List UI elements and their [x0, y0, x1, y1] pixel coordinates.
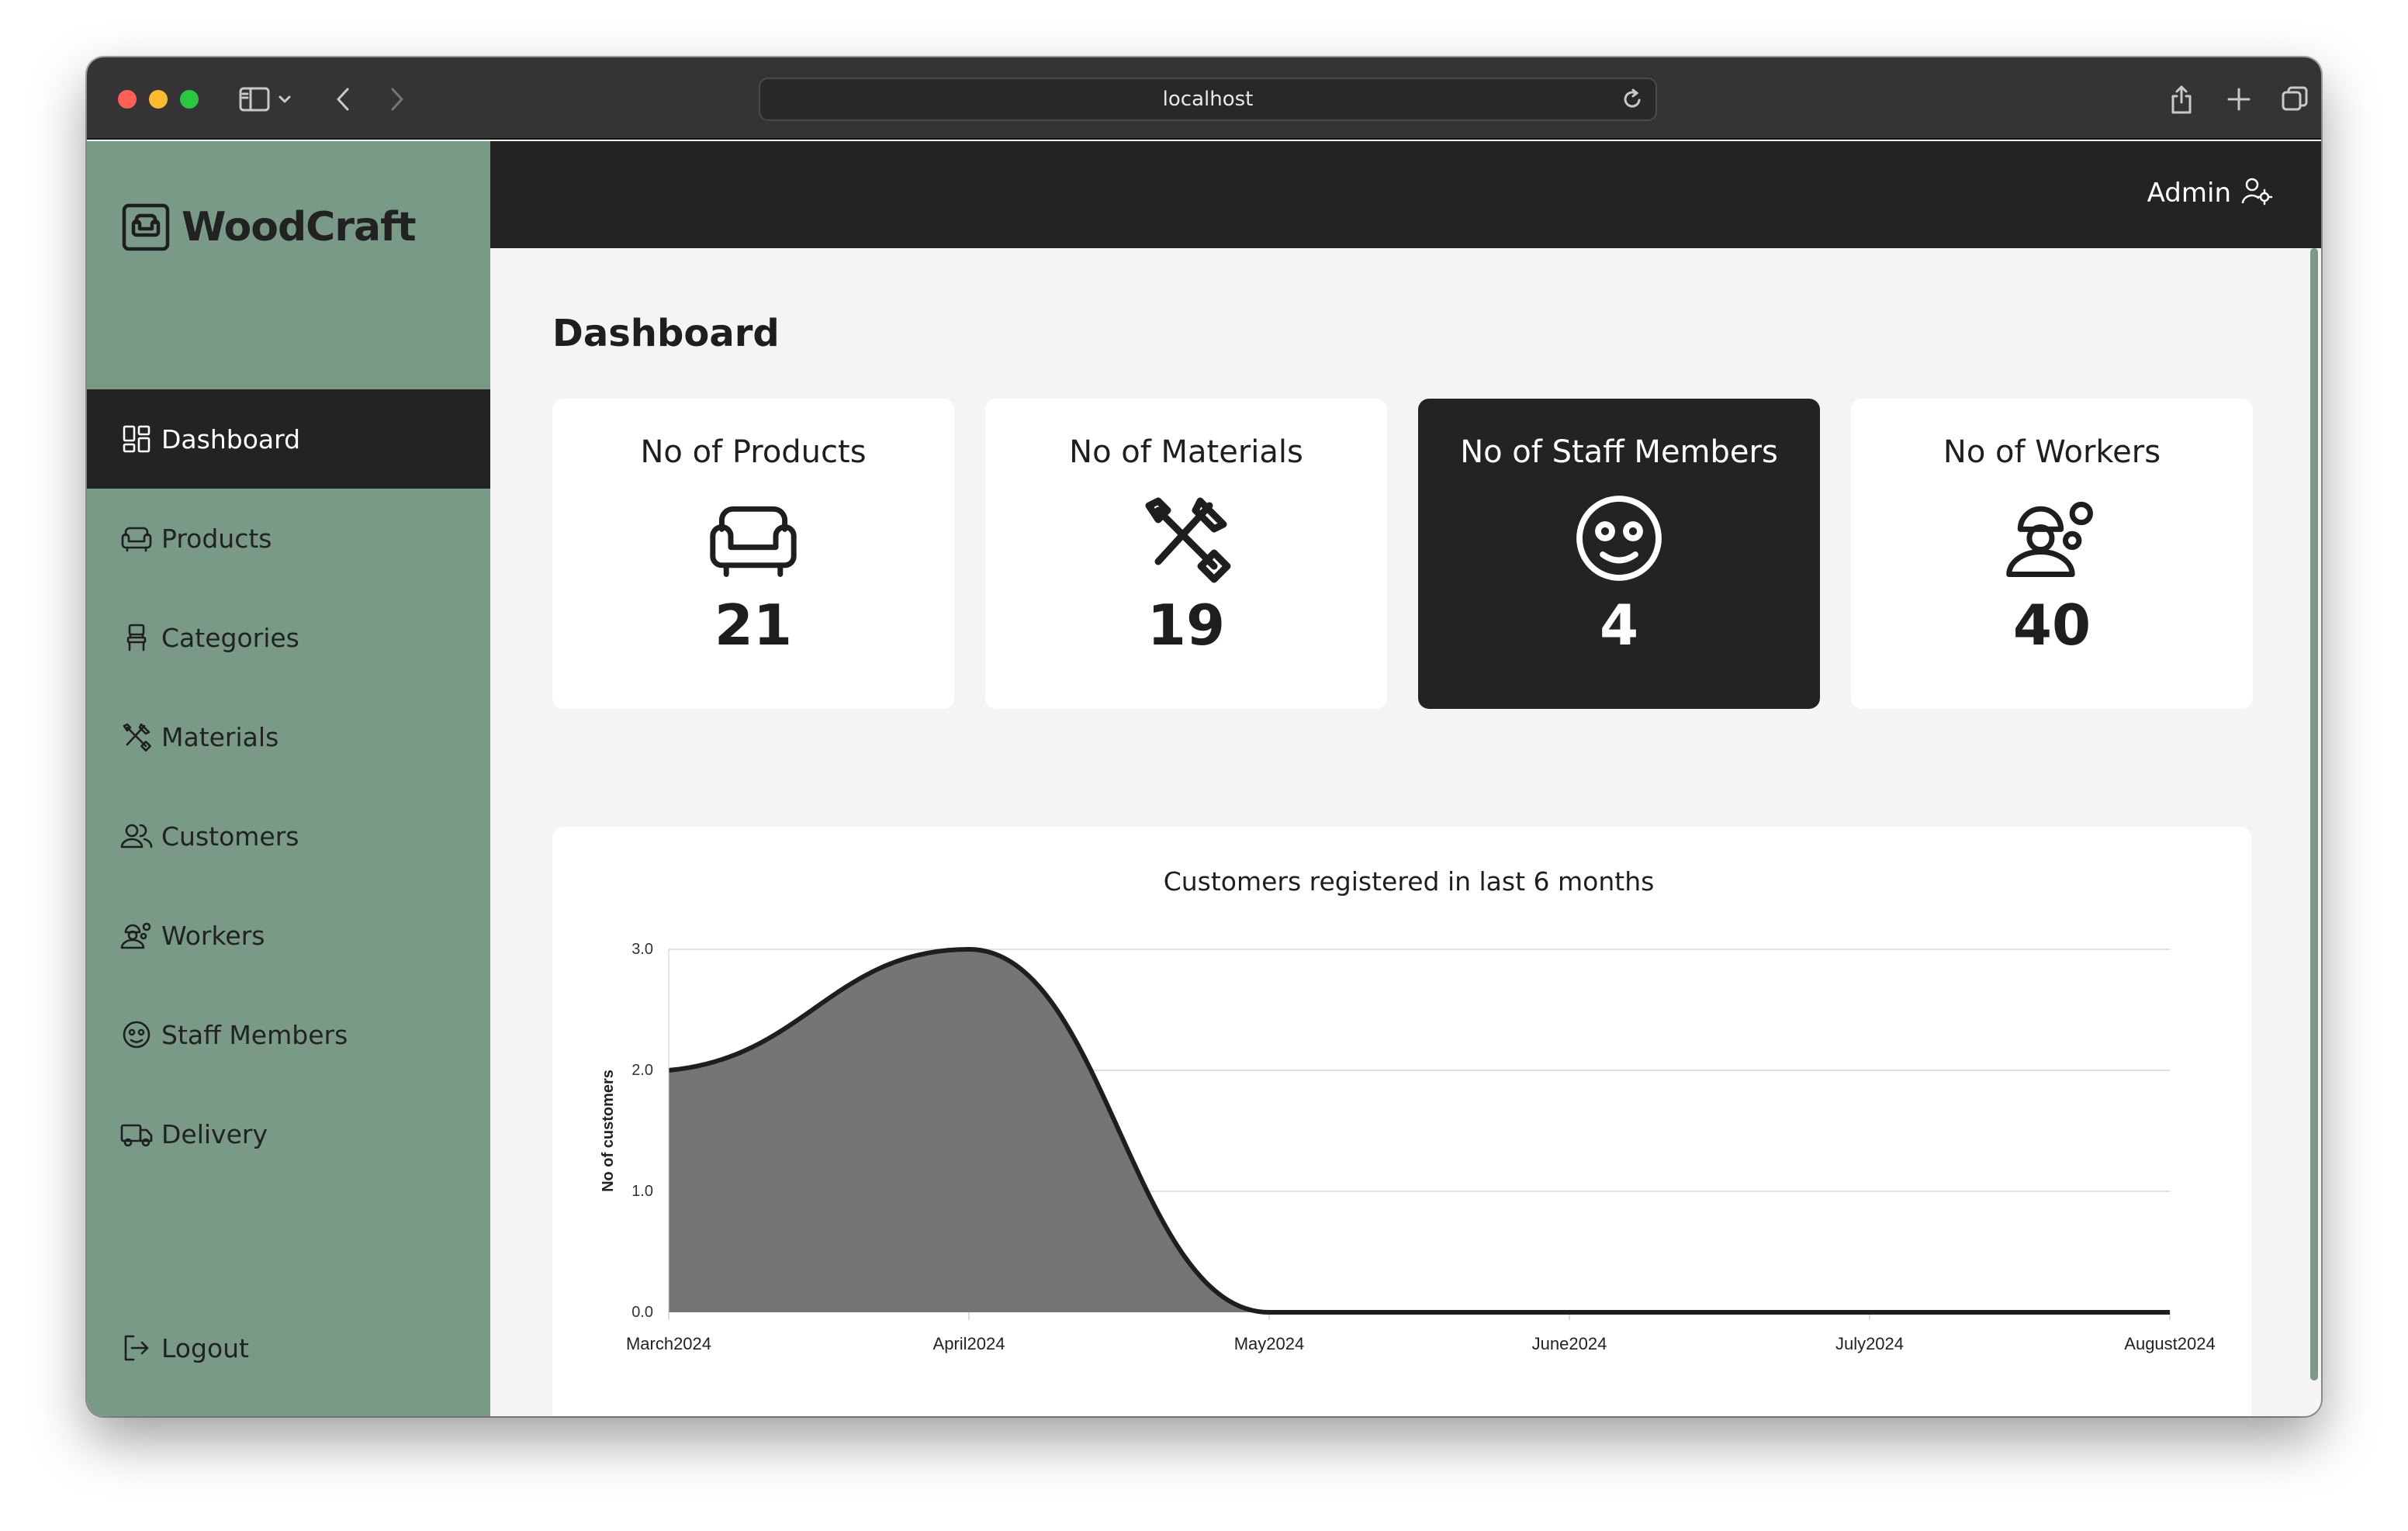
dashboard-icon	[119, 422, 154, 456]
back-arrow-icon[interactable]	[324, 81, 362, 118]
sidebar-item-categories[interactable]: Categories	[87, 588, 490, 687]
card-value: 21	[714, 593, 793, 658]
customers-area-chart: Customers registered in last 6 months 0.0…	[600, 866, 2216, 1353]
worker-gear-icon	[119, 918, 154, 952]
scrollbar[interactable]	[2310, 248, 2318, 1381]
truck-icon	[119, 1117, 154, 1151]
area-fill	[669, 949, 2170, 1312]
browser-window: localhost WoodCraft Dashboard Products C…	[87, 57, 2321, 1416]
sidebar-item-products[interactable]: Products	[87, 489, 490, 588]
chart-title: Customers registered in last 6 months	[1164, 866, 1655, 897]
y-tick-label: 2.0	[631, 1062, 653, 1079]
people-icon	[119, 819, 154, 853]
sidebar-item-label: Workers	[161, 920, 265, 951]
staff-face-icon	[119, 1018, 154, 1052]
card-value: 40	[2012, 593, 2091, 658]
close-window-button[interactable]	[118, 90, 137, 109]
sidebar-item-workers[interactable]: Workers	[87, 886, 490, 985]
admin-name: Admin	[2147, 177, 2231, 209]
sidebar-item-label: Products	[161, 523, 272, 554]
logout-icon	[119, 1331, 154, 1365]
url-text: localhost	[1162, 88, 1254, 111]
sidebar-item-label: Materials	[161, 721, 279, 752]
x-tick-label: June2024	[1532, 1334, 1607, 1353]
workers-count-card[interactable]: No of Workers 40	[1851, 399, 2253, 709]
admin-menu[interactable]: Admin	[2147, 175, 2273, 210]
card-value: 19	[1147, 593, 1226, 658]
customers-chart-card: Customers registered in last 6 months 0.0…	[552, 827, 2251, 1416]
main-content: Dashboard No of Products 21 No of Materi…	[490, 248, 2321, 1416]
x-tick-label: March2024	[626, 1334, 711, 1353]
y-tick-label: 1.0	[631, 1183, 653, 1200]
x-tick-label: August2024	[2124, 1334, 2215, 1353]
top-header: Admin	[490, 141, 2321, 248]
forward-arrow-icon[interactable]	[379, 81, 416, 118]
card-value: 4	[1599, 593, 1639, 658]
page-title: Dashboard	[552, 312, 780, 355]
y-tick-label: 3.0	[631, 941, 653, 958]
sidebar-item-delivery[interactable]: Delivery	[87, 1084, 490, 1184]
brand-name: WoodCraft	[182, 204, 417, 251]
sidebar-item-label: Staff Members	[161, 1019, 348, 1050]
logout-button[interactable]: Logout	[87, 1301, 490, 1394]
sidebar-item-dashboard[interactable]: Dashboard	[87, 389, 490, 489]
sofa-frame-icon	[121, 202, 171, 252]
chair-icon	[119, 620, 154, 655]
logout-label: Logout	[161, 1332, 249, 1363]
sidebar-item-materials[interactable]: Materials	[87, 687, 490, 786]
user-settings-icon	[2240, 175, 2273, 210]
sidebar-item-label: Dashboard	[161, 423, 301, 454]
sidebar-item-label: Customers	[161, 821, 299, 852]
tools-icon	[119, 720, 154, 754]
sidebar-item-customers[interactable]: Customers	[87, 786, 490, 886]
card-title: No of Materials	[1069, 434, 1303, 470]
sofa-icon	[119, 521, 154, 555]
tabs-overview-icon[interactable]	[2276, 81, 2313, 118]
browser-toolbar: localhost	[87, 57, 2321, 140]
staff-members-count-card[interactable]: No of Staff Members 4	[1418, 399, 1820, 709]
brand-logo[interactable]: WoodCraft	[121, 200, 417, 254]
new-tab-icon[interactable]	[2220, 81, 2258, 118]
sidebar-item-label: Delivery	[161, 1118, 268, 1149]
card-title: No of Products	[640, 434, 867, 470]
y-tick-label: 0.0	[631, 1304, 653, 1321]
sofa-icon	[704, 489, 803, 588]
sidebar-item-label: Categories	[161, 622, 299, 653]
products-count-card[interactable]: No of Products 21	[552, 399, 954, 709]
materials-count-card[interactable]: No of Materials 19	[985, 399, 1387, 709]
share-icon[interactable]	[2163, 81, 2200, 118]
card-title: No of Workers	[1943, 434, 2161, 470]
sidebar-item-staff-members[interactable]: Staff Members	[87, 985, 490, 1084]
chevron-down-icon[interactable]	[273, 81, 296, 118]
tools-icon	[1137, 489, 1236, 588]
x-tick-label: July2024	[1835, 1334, 1904, 1353]
x-tick-label: May2024	[1234, 1334, 1305, 1353]
reload-icon[interactable]	[1620, 87, 1645, 112]
staff-face-icon	[1569, 489, 1669, 588]
sidebar-toggle-icon[interactable]	[236, 81, 273, 118]
minimize-window-button[interactable]	[149, 90, 168, 109]
y-axis-label: No of customers	[600, 1070, 617, 1192]
worker-gear-icon	[2002, 489, 2102, 588]
address-bar[interactable]: localhost	[759, 78, 1657, 121]
card-title: No of Staff Members	[1460, 434, 1778, 470]
maximize-window-button[interactable]	[180, 90, 199, 109]
sidebar: WoodCraft Dashboard Products Categories	[87, 141, 490, 1416]
x-tick-label: April2024	[933, 1334, 1005, 1353]
